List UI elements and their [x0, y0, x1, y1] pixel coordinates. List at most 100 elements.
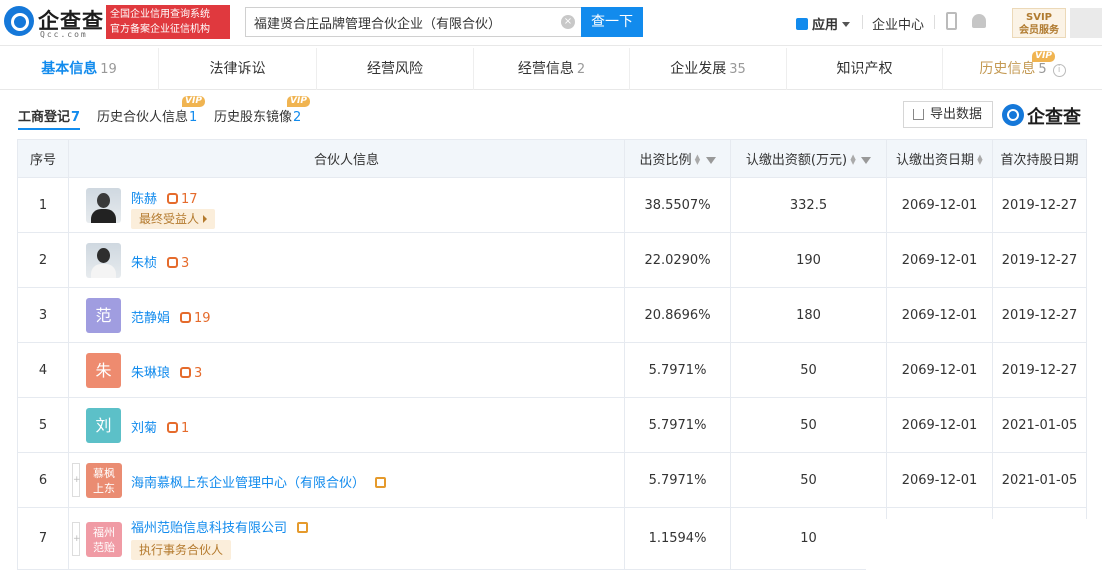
- org-chart-icon[interactable]: [297, 522, 309, 533]
- partner-name[interactable]: 福州范贻信息科技有限公司: [131, 517, 309, 536]
- tab-count: 2: [576, 62, 586, 77]
- avatar[interactable]: 福州 范贻: [86, 522, 122, 557]
- partner-name-text: 福州范贻信息科技有限公司: [131, 521, 288, 536]
- chevron-down-icon: [842, 22, 851, 27]
- sub-date: 2069-12-01: [886, 452, 993, 508]
- subtab-history-partners[interactable]: 历史合伙人信息1: [97, 106, 197, 125]
- relation-count[interactable]: 19: [180, 311, 211, 326]
- tab-risk[interactable]: 经营风险: [317, 48, 474, 90]
- sub-date: 2069-12-01: [886, 287, 993, 343]
- export-button[interactable]: 导出数据: [903, 101, 993, 128]
- filter-icon[interactable]: [861, 157, 872, 164]
- filter-icon[interactable]: [705, 157, 716, 164]
- row-no: 2: [17, 232, 69, 288]
- amount: 332.5: [730, 177, 887, 233]
- row-no: 6: [17, 452, 69, 508]
- amount: 50: [730, 452, 887, 508]
- expand-toggle[interactable]: +: [72, 463, 81, 497]
- partner-cell: + 福州 范贻 福州范贻信息科技有限公司 执行事务合伙人: [68, 507, 625, 570]
- qcc-logo[interactable]: 企查查 Qcc.com: [4, 6, 104, 40]
- relation-icon: [180, 367, 192, 378]
- partner-name[interactable]: 海南慕枫上东企业管理中心（有限合伙）: [131, 472, 387, 491]
- partner-cell: 范 范静娟 19: [68, 287, 625, 343]
- partner-name[interactable]: 刘菊 1: [131, 417, 189, 436]
- brand-text: 企查查: [1027, 107, 1081, 128]
- tab-development[interactable]: 企业发展 35: [630, 48, 787, 90]
- subtab-history-shareholders[interactable]: 历史股东镜像2: [214, 106, 301, 125]
- search-button[interactable]: 查一下: [581, 7, 643, 37]
- avatar-line: 范贻: [93, 541, 115, 554]
- tab-basic-info[interactable]: 基本信息 19: [0, 48, 159, 90]
- first-date: 2019-12-27: [992, 287, 1087, 343]
- partner-cell: 陈赫 17 最终受益人: [68, 177, 625, 233]
- org-chart-icon[interactable]: [375, 477, 387, 488]
- apps-label: 应用: [812, 18, 839, 33]
- partner-name[interactable]: 范静娟 19: [131, 307, 211, 326]
- search-input[interactable]: [246, 8, 546, 36]
- avatar[interactable]: [86, 188, 121, 223]
- beneficiary-tag[interactable]: 最终受益人: [131, 209, 216, 229]
- download-icon: [913, 109, 924, 120]
- row-no: 3: [17, 287, 69, 343]
- tag-label: 最终受益人: [139, 212, 200, 226]
- bell-icon[interactable]: [972, 14, 986, 28]
- partner-name[interactable]: 陈赫 17: [131, 188, 198, 207]
- relation-count[interactable]: 3: [167, 256, 189, 271]
- avatar[interactable]: 朱: [86, 353, 121, 388]
- user-avatar[interactable]: [1070, 8, 1102, 38]
- official-badge: 全国企业信用查询系统 官方备案企业征信机构: [106, 5, 230, 39]
- top-bar: 企查查 Qcc.com 全国企业信用查询系统 官方备案企业征信机构 × 查一下 …: [0, 0, 1102, 46]
- avatar[interactable]: 刘: [86, 408, 121, 443]
- table-row: 2 朱桢 3 22.0290% 190 2069-12-01 2019-12-27: [17, 232, 1087, 288]
- table-row: 1 陈赫 17 最终受益人 38.5507% 332.5 2069-12-01 2…: [17, 177, 1087, 233]
- sort-icon[interactable]: ▲ ▼: [977, 154, 983, 166]
- relation-number: 1: [181, 421, 190, 436]
- relation-count[interactable]: 3: [180, 366, 202, 381]
- avatar[interactable]: 范: [86, 298, 121, 333]
- tab-count: 19: [100, 62, 117, 77]
- col-amount[interactable]: 认缴出资额(万元) ▲ ▼: [730, 139, 887, 178]
- row-no: 1: [17, 177, 69, 233]
- relation-count[interactable]: 17: [167, 192, 198, 207]
- table-header: 序号 合伙人信息 出资比例 ▲ ▼ 认缴出资额(万元) ▲ ▼ 认缴出资日期 ▲ ▼ 首次持…: [17, 139, 1087, 178]
- avatar[interactable]: 慕枫 上东: [86, 463, 122, 498]
- partner-name-text: 朱桢: [131, 256, 158, 271]
- tab-legal[interactable]: 法律诉讼: [159, 48, 317, 90]
- clear-icon[interactable]: ×: [561, 15, 575, 29]
- partner-name[interactable]: 朱桢 3: [131, 252, 189, 271]
- subtab-registration[interactable]: 工商登记7: [18, 106, 81, 130]
- partner-name[interactable]: 朱琳琅 3: [131, 362, 202, 381]
- tab-business-info[interactable]: 经营信息 2: [474, 48, 630, 90]
- subtab-count: 1: [189, 110, 198, 125]
- col-ratio[interactable]: 出资比例 ▲ ▼: [624, 139, 731, 178]
- tab-ip[interactable]: 知识产权: [787, 48, 943, 90]
- tab-label: 法律诉讼: [209, 61, 266, 77]
- info-icon[interactable]: i: [1052, 64, 1066, 77]
- partner-name-text: 陈赫: [131, 192, 158, 207]
- sort-icon[interactable]: ▲ ▼: [695, 154, 701, 166]
- partner-cell: 刘 刘菊 1: [68, 397, 625, 453]
- partner-name-text: 朱琳琅: [131, 366, 171, 381]
- phone-icon[interactable]: [946, 12, 957, 30]
- table-row: 6 + 慕枫 上东 海南慕枫上东企业管理中心（有限合伙） 5.7971% 50 2…: [17, 452, 1087, 508]
- first-date: 2021-01-05: [992, 397, 1087, 453]
- relation-icon: [180, 312, 192, 323]
- expand-toggle[interactable]: +: [72, 522, 81, 556]
- apps-menu[interactable]: 应用: [796, 14, 851, 33]
- avatar[interactable]: [86, 243, 121, 278]
- col-label: 出资比例: [639, 153, 692, 168]
- amount: 10: [730, 507, 887, 570]
- svip-button[interactable]: SVIP 会员服务: [1012, 8, 1066, 38]
- executive-partner-tag: 执行事务合伙人: [131, 540, 232, 560]
- sort-icon[interactable]: ▲ ▼: [850, 154, 856, 166]
- tab-history[interactable]: 历史信息 5 i: [943, 48, 1102, 90]
- partner-cell: 朱 朱琳琅 3: [68, 342, 625, 398]
- badge-line2: 官方备案企业征信机构: [110, 24, 210, 35]
- partner-name-text: 范静娟: [131, 311, 171, 326]
- relation-icon: [167, 257, 179, 268]
- col-sub-date[interactable]: 认缴出资日期 ▲ ▼: [886, 139, 993, 178]
- relation-icon: [167, 193, 179, 204]
- row-no: 4: [17, 342, 69, 398]
- relation-count[interactable]: 1: [167, 421, 189, 436]
- enterprise-center-link[interactable]: 企业中心: [872, 14, 924, 33]
